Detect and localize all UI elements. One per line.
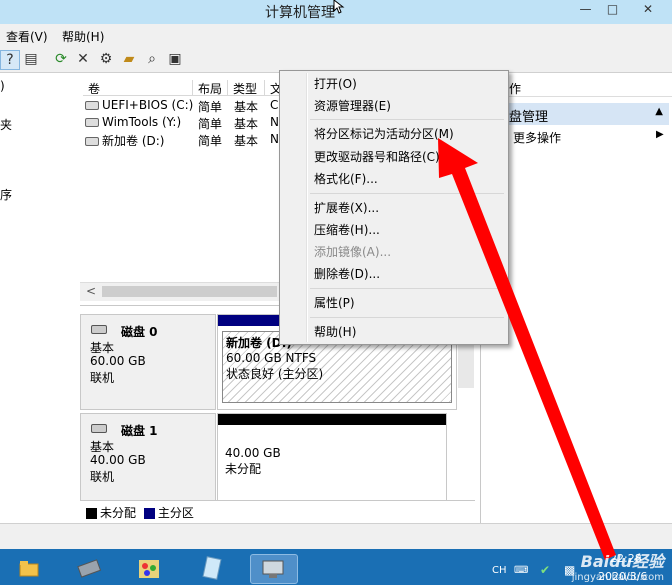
computer-management-icon[interactable] [250, 554, 298, 584]
open-folder-icon[interactable]: ▰ [120, 50, 138, 68]
menu-separator [310, 193, 504, 194]
navigation-pane: ) 夹 序 [0, 73, 81, 549]
legend: 未分配 主分区 [80, 500, 475, 521]
scroll-left-icon[interactable]: < [86, 284, 96, 298]
maximize-button[interactable]: □ [599, 0, 626, 20]
more-actions[interactable]: 更多操作 ▶ [513, 129, 664, 146]
nav-item[interactable]: 序 [0, 186, 12, 203]
toolbar: ? ▤ ⟳ ✕ ⚙ ▰ ⌕ ▣ [0, 46, 672, 73]
disk-name: 磁盘 0 [121, 325, 158, 339]
menu-separator [310, 119, 504, 120]
volume-layout: 简单 [198, 100, 223, 114]
drive-icon [85, 137, 99, 146]
disk-status: 联机 [90, 470, 115, 484]
volume-type: 基本 [234, 134, 259, 148]
menu-separator [310, 288, 504, 289]
scrollbar-thumb[interactable] [102, 286, 277, 297]
legend-primary: 主分区 [157, 506, 194, 520]
keyboard-icon[interactable]: ⌨ [514, 565, 528, 576]
search-icon[interactable]: ⌕ [143, 50, 161, 68]
status-bar [0, 523, 672, 550]
disk-size: 40.00 GB [90, 453, 146, 467]
volume-fs: C [270, 98, 279, 112]
file-explorer-icon[interactable] [12, 554, 46, 582]
menu-item-shrink[interactable]: 压缩卷(H)... [314, 220, 504, 240]
menu-item-format[interactable]: 格式化(F)... [314, 169, 504, 189]
section-label: 盘管理 [509, 110, 549, 125]
menu-item-delete[interactable]: 删除卷(D)... [314, 264, 504, 284]
volume-layout: 简单 [198, 134, 223, 148]
nav-item[interactable]: ) [0, 79, 5, 93]
drive-icon [85, 118, 99, 127]
close-button[interactable]: ✕ [626, 0, 670, 20]
partition-size: 60.00 GB NTFS [226, 351, 317, 365]
input-language[interactable]: CH [492, 565, 507, 576]
column-header-volume[interactable]: 卷 [83, 80, 193, 96]
unallocated-area[interactable]: 40.00 GB 未分配 [222, 444, 442, 502]
unallocated-bar [218, 414, 446, 425]
partition-size: 40.00 GB [225, 446, 281, 460]
menu-gutter [306, 73, 308, 342]
menu-item-change-letter[interactable]: 更改驱动器号和路径(C)... [314, 147, 504, 167]
disk-status: 联机 [90, 371, 115, 385]
drive-icon [85, 101, 99, 110]
volume-name: 新加卷 (D:) [85, 132, 164, 149]
context-menu: 打开(O) 资源管理器(E) 将分区标记为活动分区(M) 更改驱动器号和路径(C… [279, 70, 509, 345]
actions-header: 作 [481, 80, 672, 97]
menu-item-properties[interactable]: 属性(P) [314, 293, 504, 313]
disk-icon [91, 325, 107, 334]
watermark: Baidu经验 jingyan.baidu.com [572, 548, 664, 583]
watermark-brand: Baidu经验 [580, 552, 664, 571]
shield-icon[interactable]: ✔ [540, 563, 550, 577]
column-header-type[interactable]: 类型 [228, 80, 265, 96]
mouse-cursor-icon [333, 0, 345, 14]
disk-management-section[interactable]: 盘管理 ▲ [481, 103, 669, 125]
volume-layout: 简单 [198, 117, 223, 131]
partition-status: 未分配 [225, 462, 262, 476]
volume-type: 基本 [234, 100, 259, 114]
settings-icon[interactable]: ⚙ [97, 50, 115, 68]
volume-fs: N [270, 132, 279, 146]
menu-bar: 查看(V) 帮助(H) [0, 24, 672, 46]
volume-fs: N [270, 115, 279, 129]
legend-unallocated: 未分配 [100, 506, 137, 520]
properties-icon[interactable]: ▤ [22, 50, 40, 68]
refresh-icon[interactable]: ⟳ [52, 50, 70, 68]
disk-1-info[interactable]: 磁盘 1 基本 40.00 GB 联机 [80, 413, 216, 509]
partition-status: 状态良好 (主分区) [226, 367, 324, 381]
disk-name: 磁盘 1 [121, 424, 158, 438]
menu-item-open[interactable]: 打开(O) [314, 74, 504, 94]
menu-item-add-mirror: 添加镜像(A)... [314, 245, 392, 259]
notepad-icon[interactable] [195, 554, 229, 582]
menu-item-help[interactable]: 帮助(H) [314, 322, 504, 342]
disk-0-info[interactable]: 磁盘 0 基本 60.00 GB 联机 [80, 314, 216, 410]
window-title: 计算机管理 [265, 5, 335, 21]
paint-icon[interactable] [133, 554, 167, 582]
column-header-layout[interactable]: 布局 [193, 80, 228, 96]
minimize-button[interactable]: — [572, 0, 599, 20]
watermark-url: jingyan.baidu.com [571, 572, 664, 583]
volume-name: UEFI+BIOS (C:) [85, 98, 193, 112]
unallocated-swatch [86, 508, 97, 519]
disk-icon[interactable]: ▣ [166, 50, 184, 68]
collapse-icon[interactable]: ▲ [655, 106, 663, 117]
submenu-arrow-icon: ▶ [656, 129, 664, 140]
menu-help[interactable]: 帮助(H) [62, 28, 104, 45]
disk-icon [91, 424, 107, 433]
menu-item-extend[interactable]: 扩展卷(X)... [314, 198, 504, 218]
menu-item-mark-active[interactable]: 将分区标记为活动分区(M) [314, 124, 504, 144]
device-manager-icon[interactable] [72, 554, 106, 582]
menu-item-explorer[interactable]: 资源管理器(E) [314, 96, 504, 116]
help-icon[interactable]: ? [0, 50, 20, 70]
delete-icon[interactable]: ✕ [74, 50, 92, 68]
volume-name: WimTools (Y:) [85, 115, 181, 129]
volume-type: 基本 [234, 117, 259, 131]
menu-view[interactable]: 查看(V) [6, 28, 48, 45]
disk-size: 60.00 GB [90, 354, 146, 368]
partition-unallocated[interactable]: 40.00 GB 未分配 [217, 413, 447, 509]
title-bar: 计算机管理 — □ ✕ [0, 0, 672, 24]
menu-separator [310, 317, 504, 318]
nav-item[interactable]: 夹 [0, 116, 12, 133]
primary-swatch [143, 508, 155, 519]
